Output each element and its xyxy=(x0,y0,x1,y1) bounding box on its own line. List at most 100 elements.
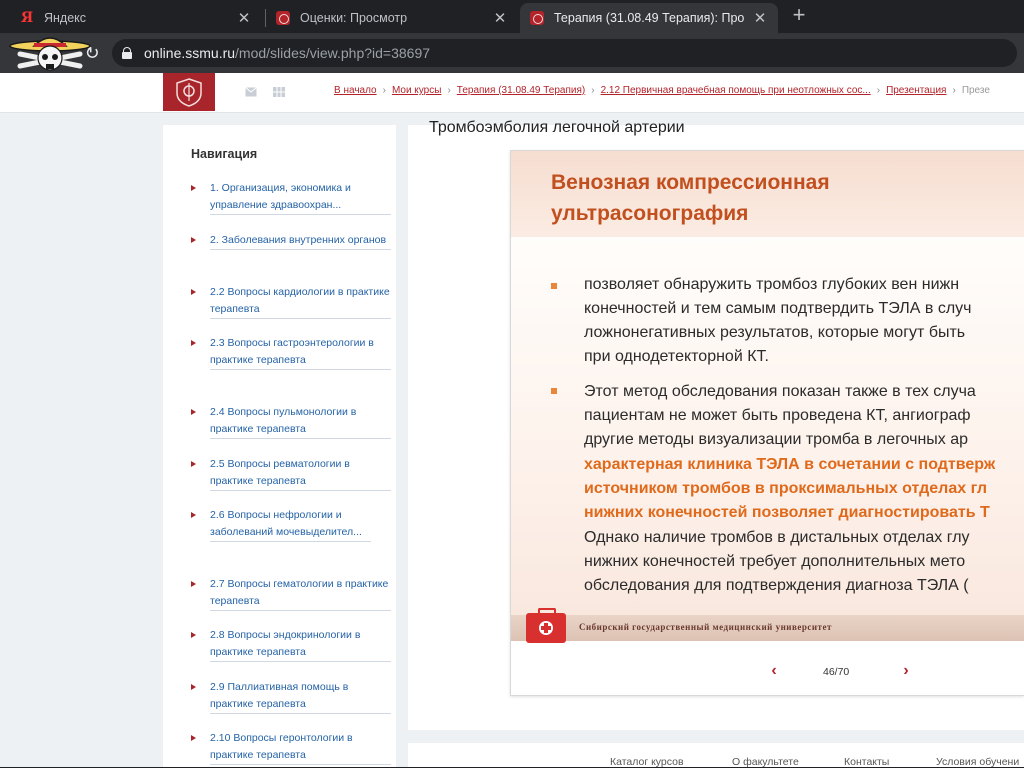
slide-text-line: при однодетекторной КТ. xyxy=(584,348,769,365)
breadcrumb: В начало › Мои курсы › Терапия (31.08.49 Тер… xyxy=(334,85,990,96)
bullet-arrow-icon xyxy=(191,185,196,191)
university-favicon-icon xyxy=(276,11,290,25)
url-path: /mod/slides/view.php?id=38697 xyxy=(235,45,431,61)
bullet-arrow-icon xyxy=(191,409,196,415)
breadcrumb-presentation[interactable]: Презентация xyxy=(886,85,946,96)
bullet-arrow-icon xyxy=(191,632,196,638)
bullet-arrow-icon xyxy=(191,340,196,346)
breadcrumb-course[interactable]: Терапия (31.08.49 Терапия) xyxy=(457,85,585,96)
tab-title: Яндекс xyxy=(44,11,87,25)
tab-yandex[interactable]: Я Яндекс ✕ xyxy=(10,3,262,33)
grid-icon[interactable] xyxy=(273,87,285,97)
slide-text-line: конечностей и тем самым подтвердить ТЭЛА… xyxy=(584,300,972,317)
footer-link-terms[interactable]: Условия обучени xyxy=(936,756,1019,768)
medical-cross-icon xyxy=(539,621,553,635)
slide-text-line: пациентам не может быть проведена КТ, ан… xyxy=(584,407,971,424)
next-slide-button[interactable]: › xyxy=(899,662,913,680)
sidebar-item[interactable]: 2.4 Вопросы пульмонологии в практике тер… xyxy=(191,404,391,439)
previous-slide-button[interactable]: ‹ xyxy=(767,662,781,680)
sidebar-item-label: 2.3 Вопросы гастроэнтерологии в практике… xyxy=(210,335,391,370)
sidebar-item-label: 2.4 Вопросы пульмонологии в практике тер… xyxy=(210,404,391,439)
yandex-favicon-icon: Я xyxy=(20,10,34,26)
straw-hat-skull-icon xyxy=(9,37,91,71)
breadcrumb-section[interactable]: 2.12 Первичная врачебная помощь при неот… xyxy=(601,85,871,96)
sidebar-item[interactable]: 2.3 Вопросы гастроэнтерологии в практике… xyxy=(191,335,391,370)
bullet-arrow-icon xyxy=(191,237,196,243)
sidebar-item[interactable]: 2.7 Вопросы гематологии в практике терап… xyxy=(191,576,391,611)
tab-therapy[interactable]: Терапия (31.08.49 Терапия): Про ✕ xyxy=(520,3,778,33)
bullet-square-icon xyxy=(551,388,557,394)
slide-text-line: Однако наличие тромбов в дистальных отде… xyxy=(584,529,970,546)
breadcrumb-home[interactable]: В начало xyxy=(334,85,377,96)
sidebar-item[interactable]: 2.10 Вопросы геронтологии в практике тер… xyxy=(191,730,391,765)
close-tab-icon[interactable]: ✕ xyxy=(752,9,768,27)
url-field[interactable]: online.ssmu.ru/mod/slides/view.php?id=38… xyxy=(112,39,1017,67)
sidebar-item-label: 1. Организация, экономика и управление з… xyxy=(210,180,391,215)
navigation-block: Навигация 1. Организация, экономика и уп… xyxy=(163,125,396,767)
slide-title: Венозная компрессионная ультрасонография xyxy=(551,171,830,225)
close-tab-icon[interactable]: ✕ xyxy=(492,9,508,27)
sidebar-item[interactable]: 2.8 Вопросы эндокринологии в практике те… xyxy=(191,627,391,662)
breadcrumb-separator: › xyxy=(382,85,386,96)
slide-text-line: обследования для подтверждения диагноза … xyxy=(584,577,969,594)
slide-highlight-line: нижних конечностей позволяет диагностиро… xyxy=(584,504,990,521)
slide-viewer: Венозная компрессионная ультрасонография… xyxy=(510,150,1024,696)
slide-highlight-line: характерная клиника ТЭЛА в сочетании с п… xyxy=(584,456,996,473)
bullet-arrow-icon xyxy=(191,581,196,587)
slide-university-name: Сибирский государственный медицинский ун… xyxy=(579,622,832,632)
sidebar-item[interactable]: 2.2 Вопросы кардиологии в практике терап… xyxy=(191,284,391,319)
breadcrumb-separator: › xyxy=(591,85,595,96)
breadcrumb-separator: › xyxy=(447,85,451,96)
sidebar-item-label: 2.8 Вопросы эндокринологии в практике те… xyxy=(210,627,391,662)
mail-icon[interactable] xyxy=(245,87,257,97)
breadcrumb-separator: › xyxy=(876,85,881,96)
sidebar-item[interactable]: 2.6 Вопросы нефрологии и заболеваний моч… xyxy=(191,507,371,542)
slide-text-line: позволяет обнаружить тромбоз глубоких ве… xyxy=(584,276,960,293)
bullet-arrow-icon xyxy=(191,461,196,467)
page-footer: Каталог курсов О факультете Контакты Усл… xyxy=(408,743,1024,768)
slide-text-line: нижних конечностей требует дополнительны… xyxy=(584,553,966,570)
sidebar-item-label: 2.6 Вопросы нефрологии и заболеваний моч… xyxy=(210,507,371,542)
slide-pager: ‹ 46/70 › xyxy=(511,651,1024,695)
bullet-arrow-icon xyxy=(191,735,196,741)
site-header: В начало › Мои курсы › Терапия (31.08.49 Тер… xyxy=(0,73,1024,113)
footer-link-catalog[interactable]: Каталог курсов xyxy=(610,756,684,768)
slide-text-line: ложнонегативных результатов, которые мог… xyxy=(584,324,966,341)
slide-page-counter: 46/70 xyxy=(823,666,850,678)
bullet-arrow-icon xyxy=(191,684,196,690)
url-host: online.ssmu.ru xyxy=(144,45,236,61)
university-crest-icon xyxy=(176,78,202,107)
first-aid-kit-icon xyxy=(526,608,566,643)
site-logo[interactable] xyxy=(163,73,215,111)
page-title: Тромбоэмболия легочной артерии xyxy=(429,119,685,136)
slide-highlight-line: источником тромбов в проксимальных отдел… xyxy=(584,480,988,497)
slide-header: Венозная компрессионная ультрасонография xyxy=(511,151,1024,237)
breadcrumb-separator: › xyxy=(952,85,956,96)
bullet-arrow-icon xyxy=(191,512,196,518)
slide-text-line: Этот метод обследования показан также в … xyxy=(584,383,976,400)
bullet-square-icon xyxy=(551,283,557,289)
tab-title: Оценки: Просмотр xyxy=(300,11,408,25)
tab-title: Терапия (31.08.49 Терапия): Про xyxy=(554,11,745,25)
footer-link-contacts[interactable]: Контакты xyxy=(844,756,889,768)
sidebar-item-label: 2.10 Вопросы геронтологии в практике тер… xyxy=(210,730,391,765)
sidebar-item-label: 2.9 Паллиативная помощь в практике терап… xyxy=(210,679,391,714)
footer-link-about[interactable]: О факультете xyxy=(732,756,799,768)
sidebar-item-label: 2.2 Вопросы кардиологии в практике терап… xyxy=(210,284,391,319)
sidebar-item-label: 2.5 Вопросы ревматологии в практике тера… xyxy=(210,456,391,491)
new-tab-icon[interactable]: + xyxy=(787,4,811,28)
breadcrumb-current: Презе xyxy=(961,85,990,96)
breadcrumb-my-courses[interactable]: Мои курсы xyxy=(392,85,442,96)
university-favicon-icon xyxy=(530,11,544,25)
sidebar-item[interactable]: 1. Организация, экономика и управление з… xyxy=(191,180,391,215)
sidebar-item[interactable]: 2. Заболевания внутренних органов xyxy=(191,232,391,250)
slide-text-line: другие методы визуализации тромба в лего… xyxy=(584,431,969,448)
sidebar-item[interactable]: 2.9 Паллиативная помощь в практике терап… xyxy=(191,679,391,714)
close-tab-icon[interactable]: ✕ xyxy=(236,9,252,27)
lock-icon[interactable] xyxy=(122,47,132,59)
tab-grades[interactable]: Оценки: Просмотр ✕ xyxy=(266,3,518,33)
sidebar-item[interactable]: 2.5 Вопросы ревматологии в практике тера… xyxy=(191,456,391,491)
sidebar-title: Навигация xyxy=(191,147,258,161)
sidebar-item-label: 2. Заболевания внутренних органов xyxy=(210,232,391,250)
browser-tab-bar: Я Яндекс ✕ Оценки: Просмотр ✕ Терапия (3… xyxy=(0,0,1024,33)
